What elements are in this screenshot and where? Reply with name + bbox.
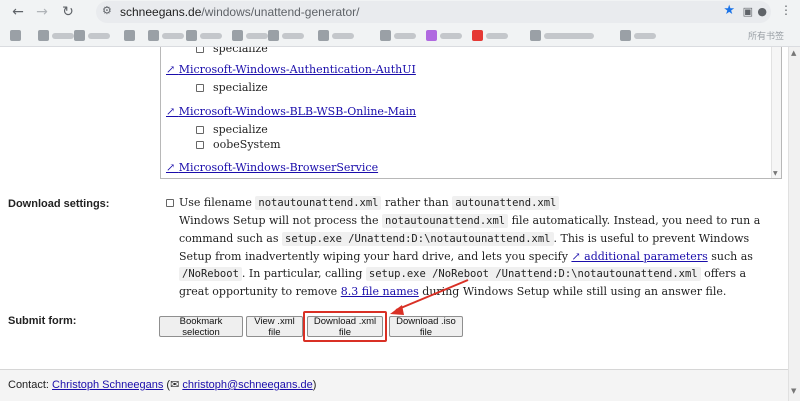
bookmark-item[interactable] bbox=[318, 29, 354, 42]
pass-label: specialize bbox=[213, 123, 268, 136]
scroll-down-icon[interactable]: ▼ bbox=[791, 387, 796, 395]
pass-option[interactable]: specialize bbox=[196, 47, 268, 55]
pass-checkbox[interactable] bbox=[196, 83, 204, 92]
bookmark-selection-button[interactable]: Bookmark selection bbox=[159, 316, 243, 338]
bookmark-item[interactable] bbox=[380, 29, 416, 42]
browser-chrome: ← → ↻ ⚙ schneegans.de/windows/unattend-g… bbox=[0, 0, 800, 47]
scroll-down-icon[interactable]: ▼ bbox=[773, 170, 778, 177]
folder-icon bbox=[186, 30, 197, 41]
view-xml-button[interactable]: View .xml file bbox=[246, 316, 303, 338]
annotation-arrow bbox=[390, 279, 469, 315]
folder-icon bbox=[318, 30, 329, 41]
component-link[interactable]: ↗ Microsoft-Windows-BLB-WSB-Online-Main bbox=[166, 105, 416, 118]
additional-parameters-link[interactable]: ↗ additional parameters bbox=[571, 250, 707, 263]
use-filename-option: Use filename notautounattend.xml rather … bbox=[179, 194, 779, 212]
pass-option[interactable]: specialize bbox=[196, 123, 268, 136]
scroll-up-icon[interactable]: ▲ bbox=[791, 49, 796, 57]
page-content: specialize ↗ Microsoft-Windows-Authentic… bbox=[0, 47, 788, 401]
component-link[interactable]: ↗ Microsoft-Windows-Authentication-AuthU… bbox=[166, 63, 416, 76]
app-icon bbox=[426, 30, 437, 41]
pass-option[interactable]: specialize bbox=[196, 81, 268, 94]
folder-icon bbox=[124, 30, 135, 41]
folder-icon bbox=[74, 30, 85, 41]
address-bar[interactable]: ⚙ schneegans.de/windows/unattend-generat… bbox=[96, 1, 771, 23]
url-host: schneegans.de bbox=[120, 5, 202, 19]
pass-checkbox[interactable] bbox=[196, 140, 204, 149]
bookmark-item[interactable] bbox=[74, 29, 110, 42]
pass-label: oobeSystem bbox=[213, 138, 281, 151]
bookmark-item[interactable] bbox=[268, 29, 304, 42]
bookmark-star-icon[interactable]: ★ bbox=[723, 3, 735, 18]
bookmark-item[interactable] bbox=[148, 29, 184, 42]
extensions-icon[interactable]: ▣ bbox=[743, 5, 753, 18]
folder-icon bbox=[232, 30, 243, 41]
more-menu-icon[interactable]: ⋮ bbox=[780, 3, 792, 17]
url-path: /windows/unattend-generator/ bbox=[201, 5, 360, 19]
components-scrollbar[interactable]: ▼ bbox=[771, 47, 781, 178]
bookmark-item[interactable] bbox=[530, 29, 594, 42]
folder-icon bbox=[620, 30, 631, 41]
page-scrollbar[interactable]: ▲ ▼ bbox=[788, 47, 800, 401]
highlight-box bbox=[303, 311, 387, 342]
email-icon: ✉ bbox=[170, 379, 180, 391]
reload-icon[interactable]: ↻ bbox=[58, 2, 78, 22]
address-url[interactable]: schneegans.de/windows/unattend-generator… bbox=[120, 5, 360, 19]
all-bookmarks[interactable]: 所有书签 bbox=[748, 29, 784, 42]
site-info-icon[interactable]: ⚙ bbox=[102, 4, 112, 17]
back-icon[interactable]: ← bbox=[8, 2, 28, 22]
components-list[interactable]: specialize ↗ Microsoft-Windows-Authentic… bbox=[160, 47, 782, 179]
bookmark-item[interactable] bbox=[232, 29, 268, 42]
bookmark-item[interactable] bbox=[38, 29, 74, 42]
bookmark-item[interactable] bbox=[620, 29, 656, 42]
bookmark-item[interactable] bbox=[124, 29, 135, 42]
component-link[interactable]: ↗ Microsoft-Windows-BrowserService bbox=[166, 161, 378, 174]
folder-icon bbox=[380, 30, 391, 41]
folder-icon bbox=[530, 30, 541, 41]
bookmark-item[interactable] bbox=[10, 29, 21, 42]
forward-icon[interactable]: → bbox=[32, 2, 52, 22]
bookmark-item[interactable] bbox=[426, 29, 462, 42]
folder-icon bbox=[268, 30, 279, 41]
pass-label: specialize bbox=[213, 81, 268, 94]
bookmark-item[interactable] bbox=[186, 29, 222, 42]
download-settings-label: Download settings: bbox=[8, 198, 110, 210]
pass-checkbox[interactable] bbox=[196, 125, 204, 134]
folder-icon bbox=[148, 30, 159, 41]
contact-line: Contact: Christoph Schneegans (✉ christo… bbox=[8, 379, 317, 391]
page-footer: Contact: Christoph Schneegans (✉ christo… bbox=[0, 369, 788, 401]
bookmarks-bar: 所有书签 bbox=[0, 25, 800, 46]
use-filename-checkbox[interactable] bbox=[166, 199, 174, 207]
video-icon bbox=[472, 30, 483, 41]
folder-icon bbox=[10, 30, 21, 41]
pass-option[interactable]: oobeSystem bbox=[196, 138, 281, 151]
email-link[interactable]: christoph@schneegans.de bbox=[182, 379, 312, 391]
folder-icon bbox=[38, 30, 49, 41]
pass-label: specialize bbox=[213, 47, 268, 55]
pass-checkbox[interactable] bbox=[196, 47, 204, 53]
profile-icon[interactable]: ● bbox=[757, 5, 767, 18]
download-settings-description: Windows Setup will not process the notau… bbox=[179, 214, 761, 298]
submit-form-label: Submit form: bbox=[8, 315, 77, 327]
author-link[interactable]: Christoph Schneegans bbox=[52, 379, 163, 391]
bookmark-item[interactable] bbox=[472, 29, 508, 42]
